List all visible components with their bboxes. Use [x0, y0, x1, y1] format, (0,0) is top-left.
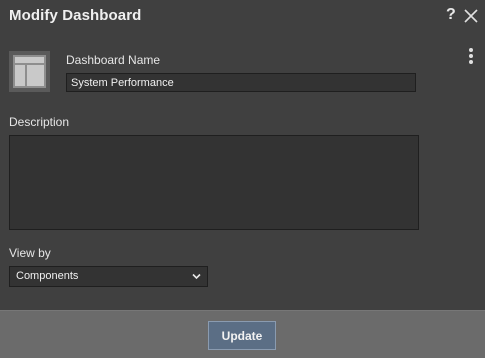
update-button[interactable]: Update [208, 321, 276, 350]
dialog-title: Modify Dashboard [9, 7, 142, 24]
dashboard-name-label: Dashboard Name [66, 53, 161, 67]
view-by-selected-value: Components [16, 270, 79, 282]
view-by-label: View by [9, 246, 51, 260]
description-label: Description [9, 115, 70, 129]
dashboard-layout-icon [9, 51, 50, 92]
description-textarea[interactable] [9, 135, 419, 230]
chevron-down-icon [192, 273, 201, 280]
more-options-icon[interactable] [467, 48, 475, 68]
dashboard-name-input[interactable] [66, 73, 416, 92]
close-icon[interactable] [462, 7, 480, 25]
help-icon[interactable]: ? [446, 6, 456, 24]
view-by-select[interactable]: Components [9, 266, 208, 287]
dialog-footer: Update [0, 310, 485, 358]
modify-dashboard-dialog: Modify Dashboard ? Dashboard Name Descri… [0, 0, 485, 358]
dialog-header: Modify Dashboard ? [0, 0, 485, 34]
